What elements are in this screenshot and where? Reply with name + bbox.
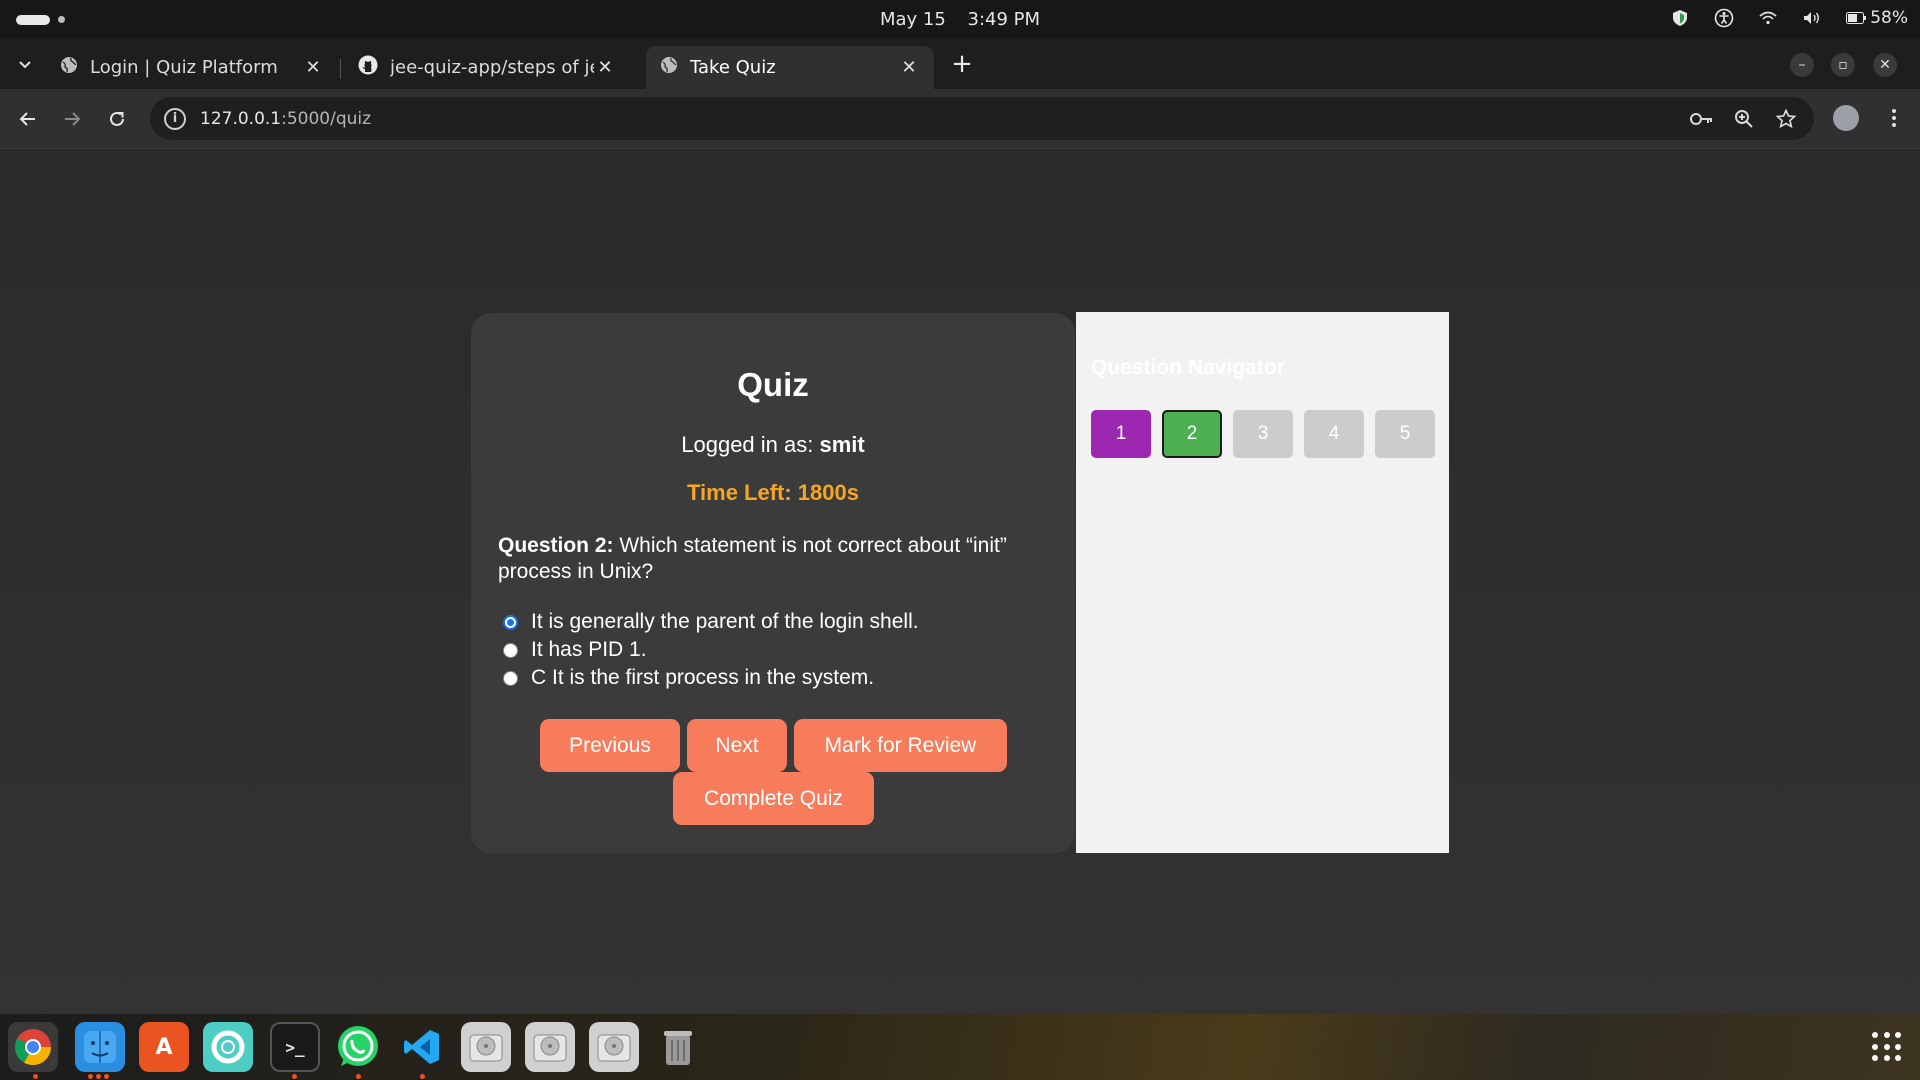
drive-icon[interactable] — [589, 1022, 639, 1072]
url-host: 127.0.0.1 — [200, 108, 282, 129]
logged-in-label: Logged in as: — [681, 432, 820, 457]
globe-icon — [660, 56, 678, 79]
option-label: C It is the first process in the system. — [531, 666, 875, 689]
browser-toolbar: i 127.0.0.1:5000/quiz — [0, 89, 1920, 149]
terminal-icon[interactable]: >_ — [270, 1022, 320, 1072]
option-1[interactable]: It is generally the parent of the login … — [503, 608, 919, 636]
key-icon[interactable] — [1690, 107, 1714, 131]
whatsapp-icon[interactable] — [333, 1022, 383, 1072]
address-bar[interactable]: i 127.0.0.1:5000/quiz — [150, 97, 1814, 140]
profile-avatar-icon[interactable] — [1833, 105, 1859, 131]
running-indicator — [96, 1074, 101, 1079]
system-top-bar: May 15 3:49 PM 58% — [0, 0, 1920, 39]
next-button[interactable]: Next — [687, 719, 787, 772]
help-icon[interactable] — [203, 1022, 253, 1072]
username: smit — [819, 432, 865, 457]
running-indicator — [88, 1074, 93, 1079]
battery-status: 58% — [1846, 8, 1908, 28]
question-nav-button-4[interactable]: 4 — [1304, 410, 1364, 458]
minimize-button[interactable]: – — [1790, 53, 1814, 77]
tab-github[interactable]: jee-quiz-app/steps of jee ✕ — [344, 46, 630, 89]
clock-date: May 15 — [879, 9, 946, 30]
running-indicator — [104, 1074, 109, 1079]
restore-button[interactable]: ▫ — [1831, 53, 1855, 77]
question-nav-button-2[interactable]: 2 — [1162, 410, 1222, 458]
navigator-title: Question Navigator — [1091, 356, 1285, 379]
site-info-icon[interactable]: i — [164, 107, 186, 130]
tab-title: Take Quiz — [690, 57, 776, 78]
option-label: It is generally the parent of the login … — [531, 610, 919, 633]
option-2[interactable]: It has PID 1. — [503, 636, 919, 664]
url-text[interactable]: 127.0.0.1:5000/quiz — [200, 109, 371, 129]
complete-quiz-button[interactable]: Complete Quiz — [673, 772, 874, 825]
option-label: It has PID 1. — [531, 638, 647, 661]
close-window-button[interactable]: ✕ — [1873, 53, 1897, 77]
tab-title: Login | Quiz Platform — [90, 57, 278, 78]
option-radio-selected[interactable] — [503, 614, 518, 630]
zoom-icon[interactable] — [1732, 107, 1756, 131]
reload-button[interactable] — [103, 105, 131, 133]
reload-icon — [110, 111, 124, 126]
question-nav-button-1[interactable]: 1 — [1091, 410, 1151, 458]
url-path: :5000/quiz — [281, 108, 372, 129]
close-tab-icon[interactable]: ✕ — [898, 57, 920, 79]
volume-icon — [1802, 8, 1822, 28]
question-nav-button-5[interactable]: 5 — [1375, 410, 1435, 458]
trash-icon[interactable] — [653, 1022, 703, 1072]
running-indicator — [33, 1074, 38, 1079]
close-tab-icon[interactable]: ✕ — [594, 57, 616, 79]
answer-options: It is generally the parent of the login … — [503, 608, 919, 692]
vscode-icon[interactable] — [397, 1022, 447, 1072]
new-tab-button[interactable]: + — [950, 51, 974, 77]
question-text: Question 2: Which statement is not corre… — [498, 533, 1058, 585]
quiz-title: Quiz — [737, 366, 809, 403]
battery-icon — [1846, 12, 1867, 24]
running-indicator — [356, 1074, 361, 1079]
dock: A >_ — [0, 1014, 1920, 1080]
close-tab-icon[interactable]: ✕ — [302, 57, 324, 79]
battery-percent: 58% — [1870, 8, 1908, 28]
tab-search-chevron-icon[interactable] — [14, 53, 36, 75]
github-icon — [358, 55, 378, 80]
app-center-icon[interactable]: A — [139, 1022, 189, 1072]
clock-time: 3:49 PM — [967, 9, 1041, 30]
accessibility-icon — [1714, 8, 1734, 28]
files-icon[interactable] — [75, 1022, 125, 1072]
show-apps-grid-icon[interactable] — [1872, 1032, 1902, 1062]
bookmark-star-icon[interactable] — [1774, 107, 1798, 131]
forward-button[interactable] — [58, 105, 86, 133]
system-clock[interactable]: May 15 3:49 PM — [0, 9, 1920, 30]
question-navigator: Question Navigator 1 2 3 4 5 — [1076, 312, 1449, 853]
option-radio[interactable] — [503, 670, 518, 686]
question-nav-button-3[interactable]: 3 — [1233, 410, 1293, 458]
drive-icon[interactable] — [525, 1022, 575, 1072]
arrow-right-icon — [65, 112, 81, 126]
shield-icon — [1670, 8, 1690, 28]
quiz-card: Quiz Logged in as: smit Time Left: 1800s… — [471, 313, 1075, 853]
browser-tab-strip: Login | Quiz Platform ✕ jee-quiz-app/ste… — [0, 39, 1920, 89]
back-button[interactable] — [14, 105, 42, 133]
tab-divider — [340, 59, 341, 79]
drive-icon[interactable] — [461, 1022, 511, 1072]
browser-menu-icon[interactable] — [1882, 104, 1906, 132]
tab-take-quiz[interactable]: Take Quiz ✕ — [646, 46, 934, 89]
mark-for-review-button[interactable]: Mark for Review — [794, 719, 1007, 772]
tab-title: jee-quiz-app/steps of jee — [390, 57, 594, 78]
wifi-icon — [1758, 8, 1778, 28]
running-indicator — [292, 1074, 297, 1079]
question-label: Question 2: — [498, 534, 614, 557]
running-indicator — [420, 1074, 425, 1079]
logged-in-line: Logged in as: smit — [471, 432, 1075, 458]
chrome-icon[interactable] — [8, 1022, 58, 1072]
time-left: Time Left: 1800s — [686, 480, 859, 505]
option-3[interactable]: C It is the first process in the system. — [503, 664, 919, 692]
arrow-left-icon — [19, 112, 35, 126]
system-tray[interactable]: 58% — [1670, 8, 1908, 28]
previous-button[interactable]: Previous — [540, 719, 680, 772]
page-viewport: Quiz Logged in as: smit Time Left: 1800s… — [0, 150, 1920, 1014]
globe-icon — [60, 56, 78, 79]
tab-login[interactable]: Login | Quiz Platform ✕ — [46, 46, 338, 89]
option-radio[interactable] — [503, 642, 518, 658]
